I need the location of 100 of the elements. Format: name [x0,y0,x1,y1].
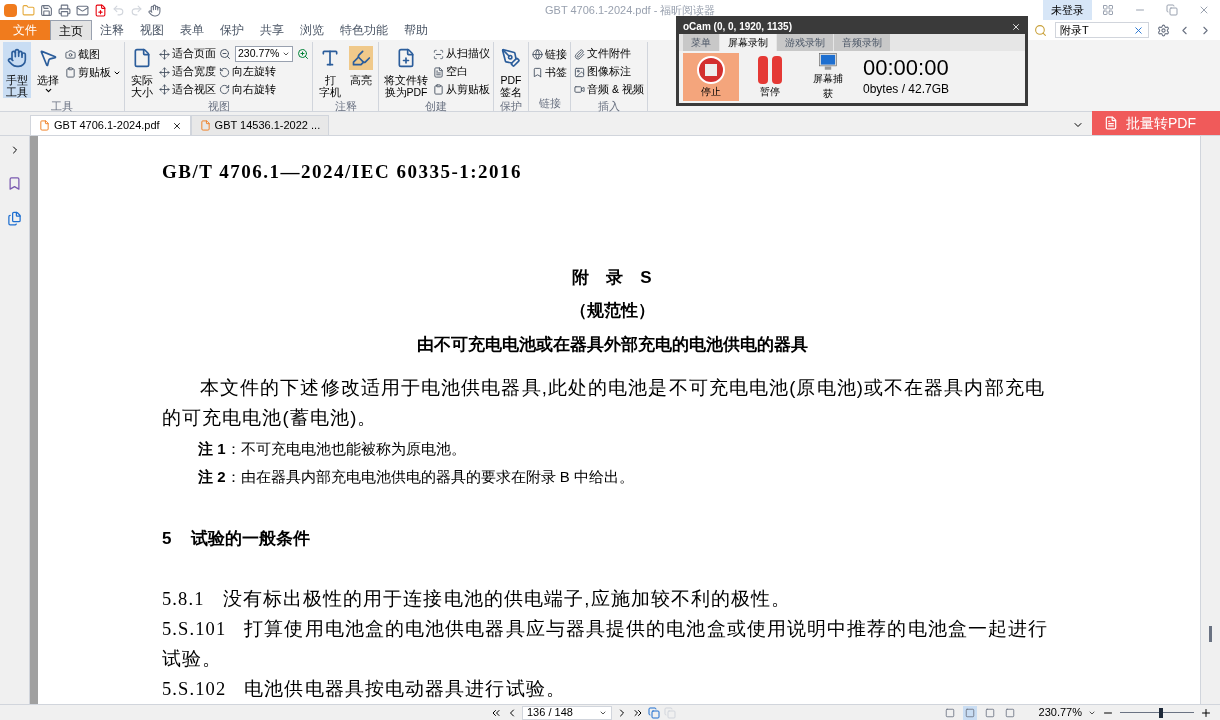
annex-type: （规范性） [569,300,655,322]
print-icon[interactable] [58,3,71,17]
blank-page-icon [433,66,444,78]
clause: 5.S.102 电池供电器具按电动器具进行试验。 [162,676,567,701]
ribbon-button[interactable]: 从扫描仪 [433,46,490,63]
ribbon-button[interactable]: 打 字机 [316,42,344,98]
group-label: 链接 [537,95,562,111]
record-button[interactable]: 暂停 [743,53,797,101]
paperclip-icon [574,48,585,60]
clipboard-icon [433,84,444,96]
storage-text: 0bytes / 42.7GB [863,81,950,98]
ribbon-button[interactable]: 音频 & 视频 [574,81,644,98]
scanner-icon [433,48,444,60]
ocam-tab[interactable]: 游戏录制 [777,34,833,51]
timer: 00:00:00 [863,56,950,80]
globe-icon [532,49,543,60]
stop-icon [697,55,725,84]
cursor-icon [38,48,58,68]
clear-icon[interactable] [1133,24,1144,36]
group-label: 插入 [596,99,621,114]
save-icon[interactable] [40,3,53,17]
clipboard-icon [65,67,76,78]
close-icon[interactable] [171,120,182,131]
record-button[interactable]: 停止 [683,53,739,101]
page-field[interactable]: 136 / 148 [522,705,612,720]
page-header: GB/T 4706.1—2024/IEC 60335-1:2016 [162,160,524,184]
ribbon-button[interactable]: 适合页面 [159,46,216,63]
ribbon-button[interactable]: 图像标注 [574,63,644,81]
ribbon-button[interactable]: 空白 [433,63,490,81]
grid-icon[interactable] [1102,4,1114,16]
ribbon-button[interactable]: 剪贴板 [65,64,121,81]
annex-title: 由不可充电电池或在器具外部充电的电池供电的器具 [416,333,808,356]
ribbon-button[interactable]: 适合宽度 [159,63,216,81]
zoom-level[interactable]: 230.77% [1038,704,1082,720]
ribbon-button[interactable]: 高亮 [347,42,375,98]
group-label: 保护 [499,99,523,114]
group-label: 创建 [424,99,448,114]
search-icon[interactable] [1034,23,1047,37]
ribbon-button[interactable]: 适合视区 [159,81,216,98]
group-label: 视图 [206,99,231,114]
file-plus-icon [396,48,416,68]
ribbon-button[interactable]: 书签 [532,64,567,81]
zoom-field[interactable]: 230.77% [235,46,293,63]
hand-icon[interactable] [148,3,161,17]
section-title: 试验的一般条件 [191,528,311,550]
ocam-tab[interactable]: 屏幕录制 [720,34,776,51]
section-number: 5 [162,528,172,550]
ribbon-button[interactable]: 选择 [34,42,62,98]
ribbon-button[interactable]: 实际 大小 [128,42,156,98]
ribbon-button[interactable]: 向左旋转 [219,63,309,81]
text-cursor-icon [320,48,340,68]
scrollbar-thumb[interactable] [1209,626,1212,642]
note: 注 1：不可充电电池也能被称为原电池。 [198,439,467,459]
rotate-right-icon [219,84,230,96]
group-label: 注释 [333,99,358,114]
search-field[interactable]: 附录T [1055,22,1149,38]
clause: 5.8.1 没有标出极性的用于连接电池的供电端子,应施加较不利的极性。 [162,586,793,611]
zoom-in-icon[interactable] [297,48,309,61]
hand-icon [7,48,27,68]
pages-icon[interactable] [7,211,22,226]
clause: 5.S.101 打算使用电池盒的电池供电器具应与器具提供的电池盒或使用说明中推荐的电池盒一起进行试验。 [162,616,1050,671]
ribbon-button[interactable]: 手型 工具 [3,42,31,98]
new-file-icon[interactable] [94,3,107,17]
zoom-in-icon[interactable] [1200,706,1212,719]
ribbon-button[interactable]: PDF 签名 [497,42,525,98]
ribbon-button[interactable]: 文件附件 [574,46,644,63]
open-icon[interactable] [22,3,35,17]
zoom-slider[interactable] [1120,707,1194,718]
login-button[interactable]: 未登录 [1043,0,1092,20]
ribbon-button[interactable]: 向右旋转 [219,81,309,98]
note: 注 2：由在器具内部充电电池供电的器具的要求在附录 B 中给出。 [198,466,635,487]
restore-icon[interactable] [1166,4,1178,16]
menu-tab[interactable]: 主页 [50,20,92,40]
paragraph: 本文件的下述修改适用于电池供电器具,此处的电池是不可充电电池(原电池)或不在器具内部充电的可充电电池(蓄电池)。 [162,376,1046,430]
app-logo-icon [4,3,17,17]
window-title: oCam (0, 0, 1920, 1135) [683,20,792,34]
mail-icon[interactable] [76,3,89,17]
document-tab[interactable]: GBT 14536.1-2022 ... [190,115,330,135]
document-tab[interactable]: GBT 4706.1-2024.pdf [30,115,191,135]
document-icon [1104,116,1118,130]
close-icon[interactable] [1011,21,1021,32]
ribbon-button[interactable]: 从剪贴板 [433,81,490,98]
ribbon-button[interactable]: 截图 [65,46,121,63]
ocam-tab[interactable]: 音频录制 [834,34,890,51]
settings-icon[interactable] [1157,23,1170,37]
window-title: GBT 4706.1-2024.pdf - 福昕阅读器 [545,2,716,18]
zoom-out-icon[interactable] [219,48,231,61]
camera-icon [65,49,76,60]
ribbon-button[interactable]: 链接 [532,46,567,63]
ribbon-button[interactable]: 将文件转 换为PDF [382,42,430,98]
page-icon [132,48,152,68]
pen-icon [501,48,521,68]
ocam-tab[interactable]: 菜单 [683,34,719,51]
slider-thumb[interactable] [1158,707,1163,718]
record-button[interactable]: 屏幕捕获 [801,53,855,101]
group-label: 工具 [50,99,74,114]
view-mode-button[interactable] [962,705,977,720]
bookmark-icon [532,67,543,78]
rotate-left-icon [219,66,230,78]
bookmark-icon[interactable] [7,176,22,191]
